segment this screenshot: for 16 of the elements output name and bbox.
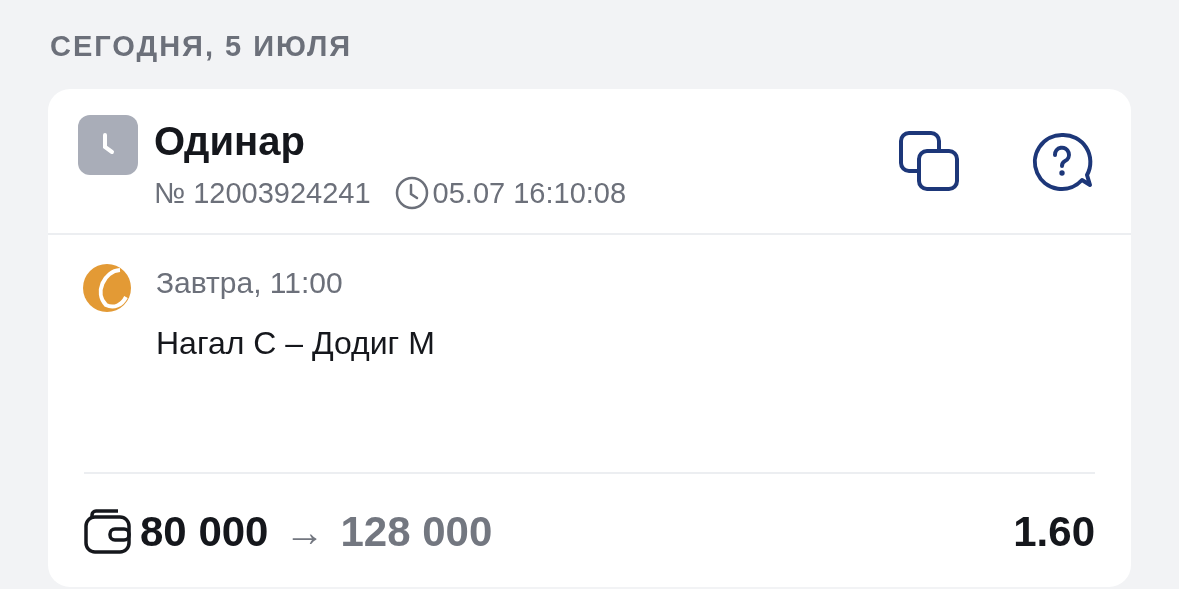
event-teams: Нагал С – Додиг М: [156, 324, 435, 363]
event-time: Завтра, 11:00: [156, 265, 344, 301]
wallet-icon: [84, 509, 132, 555]
date-heading: СЕГОДНЯ, 5 ИЮЛЯ: [50, 29, 354, 64]
bet-number: № 12003924241: [154, 176, 371, 211]
copy-icon[interactable]: [899, 131, 961, 193]
bet-time: 05.07 16:10:08: [432, 176, 627, 211]
arrow: →: [284, 509, 325, 556]
clock-icon: [394, 176, 429, 210]
bet-type-title: Одинар: [154, 118, 306, 165]
stake-amount: 80 000: [140, 508, 269, 556]
tennis-ball-icon: [82, 263, 132, 313]
odds-value: 1.60: [1013, 508, 1095, 556]
help-icon[interactable]: [1031, 131, 1095, 193]
clock-icon: [78, 115, 138, 175]
payout-amount: 128 000: [340, 508, 493, 556]
